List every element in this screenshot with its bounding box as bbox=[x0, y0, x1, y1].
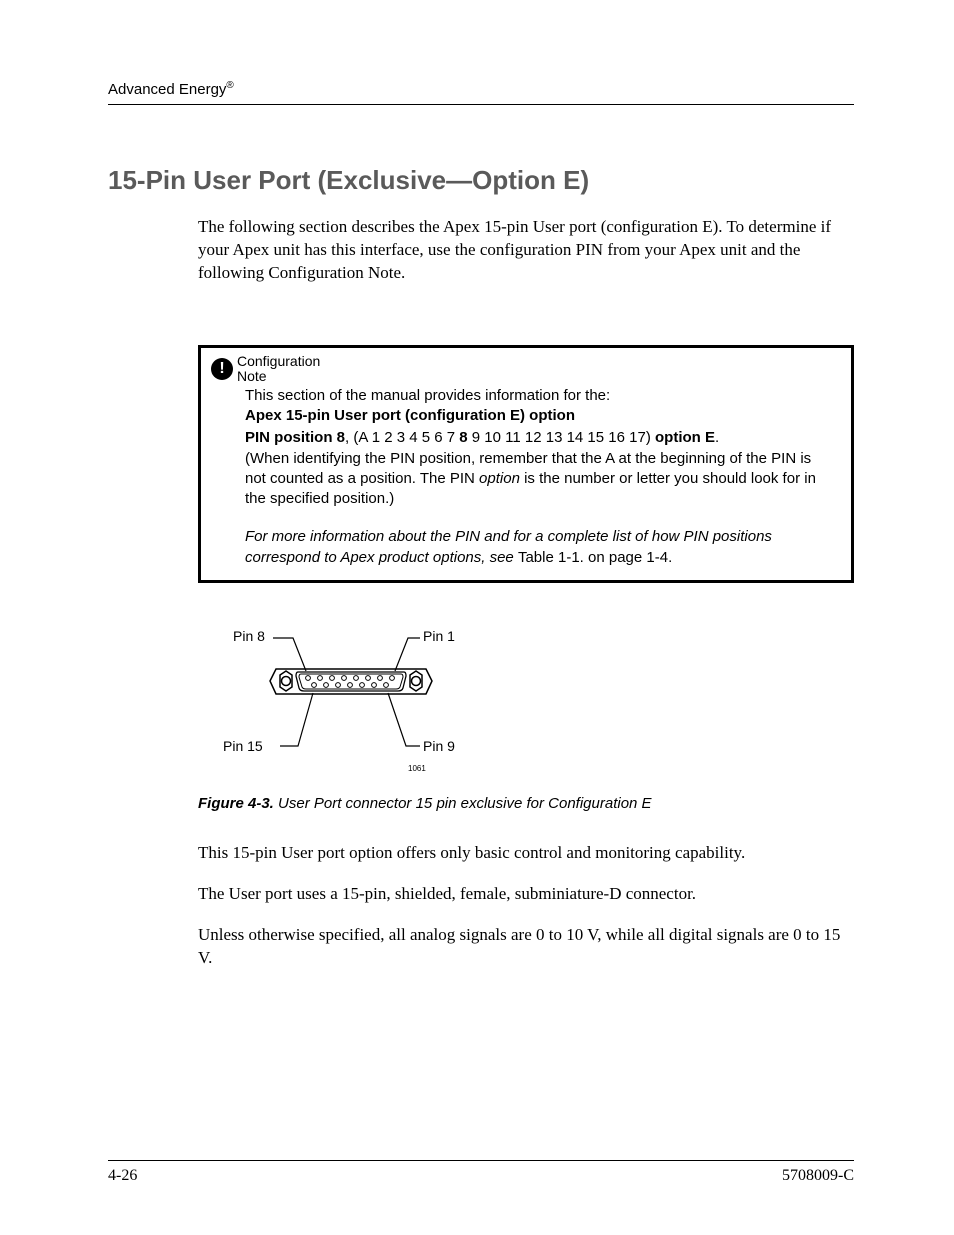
intro-paragraph: The following section describes the Apex… bbox=[198, 216, 854, 285]
registered-mark: ® bbox=[226, 80, 233, 91]
doc-number: 5708009-C bbox=[782, 1167, 854, 1185]
paragraph-3: Unless otherwise specified, all analog s… bbox=[198, 924, 854, 970]
config-line-2: Apex 15-pin User port (configuration E) … bbox=[245, 406, 835, 426]
pin8-label: Pin 8 bbox=[233, 628, 265, 644]
page-footer: 4-26 5708009-C bbox=[108, 1160, 854, 1185]
page-header: Advanced Energy® bbox=[108, 80, 854, 105]
config-pin-line: PIN position 8, (A 1 2 3 4 5 6 7 8 9 10 … bbox=[245, 428, 835, 448]
config-line-3: (When identifying the PIN position, reme… bbox=[245, 449, 835, 510]
db15-connector-diagram: Pin 8 Pin 1 Pin 15 Pin 9 bbox=[198, 623, 528, 783]
figure-4-3: Pin 8 Pin 1 Pin 15 Pin 9 bbox=[198, 623, 854, 812]
pin15-label: Pin 15 bbox=[223, 738, 263, 754]
pin1-label: Pin 1 bbox=[423, 628, 455, 644]
figure-code: 1061 bbox=[408, 764, 426, 773]
paragraph-2: The User port uses a 15-pin, shielded, f… bbox=[198, 883, 854, 906]
config-footer: For more information about the PIN and f… bbox=[245, 527, 835, 568]
configuration-note-box: ! Configuration Note This section of the… bbox=[198, 345, 854, 583]
pin9-label: Pin 9 bbox=[423, 738, 455, 754]
section-title: 15-Pin User Port (Exclusive—Option E) bbox=[108, 165, 854, 196]
page-number: 4-26 bbox=[108, 1167, 137, 1185]
figure-caption: Figure 4-3. User Port connector 15 pin e… bbox=[198, 795, 854, 812]
config-line-1: This section of the manual provides info… bbox=[245, 386, 835, 406]
config-note-label: Configuration Note bbox=[237, 354, 320, 383]
info-icon: ! bbox=[211, 358, 233, 380]
paragraph-1: This 15-pin User port option offers only… bbox=[198, 842, 854, 865]
brand-name: Advanced Energy bbox=[108, 81, 226, 98]
